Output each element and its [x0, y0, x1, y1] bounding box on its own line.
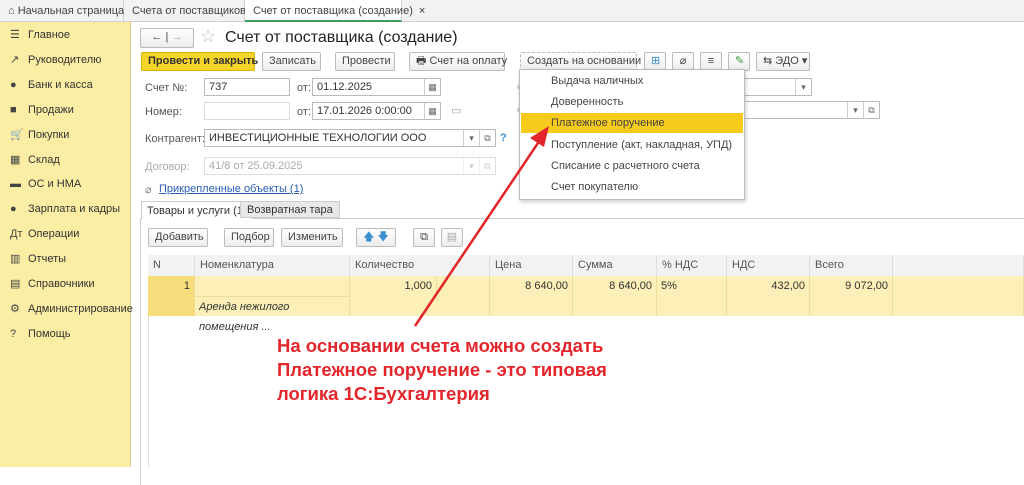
annotation-text: На основании счета можно создать Платежн… — [277, 335, 607, 404]
